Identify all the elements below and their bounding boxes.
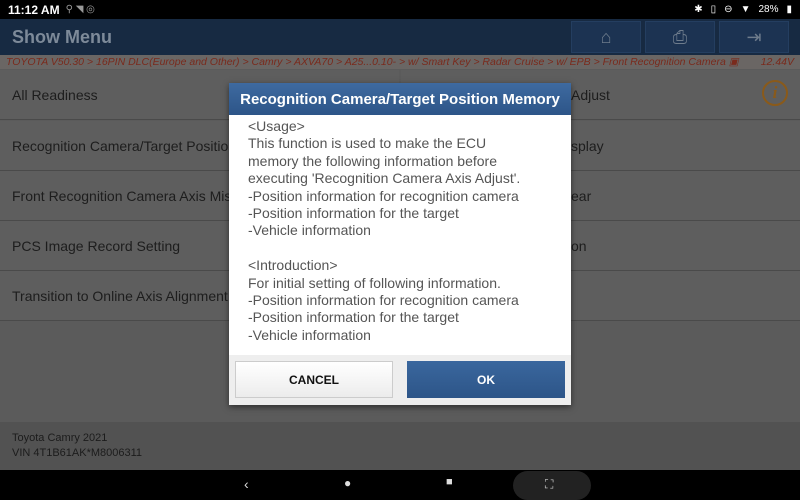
menu-item-label: splay [571, 137, 604, 154]
menu-item-label: PCS Image Record Setting [12, 237, 181, 254]
battery-icon: ▮ [786, 4, 792, 15]
recents-icon[interactable]: ■ [446, 476, 453, 488]
breadcrumb: TOYOTA V50.30 > 16PIN DLC(Europe and Oth… [0, 55, 800, 69]
home-icon: ⌂ [600, 26, 612, 47]
home-nav-icon[interactable]: ● [344, 476, 351, 490]
dialog: Recognition Camera/Target Position Memor… [229, 83, 571, 405]
info-icon[interactable]: i [762, 80, 788, 106]
menu-item-label: ear [571, 187, 592, 204]
exit-icon: ⇥ [746, 26, 762, 47]
vehicle-info: Toyota Camry 2021 VIN 4T1B61AK*M8006311 [0, 422, 800, 470]
vibrate-icon: ▯ [710, 4, 717, 15]
dnd-icon: ⊖ [724, 4, 733, 15]
bluetooth-icon: ✱ [694, 4, 703, 15]
notification-icons: ⚲ ◥ ◎ [65, 4, 95, 15]
battery-level: 28% [758, 4, 779, 15]
wifi-icon: ▼ [740, 4, 751, 15]
vehicle-vin: VIN 4T1B61AK*M8006311 [12, 447, 143, 459]
app-header: Show Menu ⌂ ⎙ ⇥ [0, 19, 800, 55]
ok-button[interactable]: OK [407, 361, 565, 398]
screenshot-icon: ⛶ [545, 477, 554, 491]
back-icon[interactable]: ‹ [244, 476, 249, 492]
clock: 11:12 AM [8, 2, 60, 17]
print-button[interactable]: ⎙ [645, 21, 715, 53]
cancel-button[interactable]: CANCEL [235, 361, 393, 398]
android-nav-bar: ‹ ● ■ [0, 470, 800, 500]
dialog-title: Recognition Camera/Target Position Memor… [229, 83, 571, 115]
vehicle-model: Toyota Camry 2021 [12, 432, 108, 444]
breadcrumb-path: TOYOTA V50.30 > 16PIN DLC(Europe and Oth… [6, 56, 726, 68]
dialog-footer: CANCEL OK [229, 355, 571, 405]
exit-button[interactable]: ⇥ [719, 21, 789, 53]
print-icon: ⎙ [672, 26, 688, 47]
menu-item-label: Adjust [571, 86, 610, 103]
status-bar: 11:12 AM ⚲ ◥ ◎ ✱ ▯ ⊖ ▼ 28% ▮ [0, 0, 800, 19]
calendar-icon: ▣ [728, 56, 739, 68]
battery-voltage: 12.44V [760, 56, 794, 68]
menu-item-label: on [571, 237, 587, 254]
menu-item-label: All Readiness [12, 86, 98, 103]
screenshot-button[interactable]: ⛶ [513, 471, 591, 500]
home-button[interactable]: ⌂ [571, 21, 641, 53]
dialog-body: <Usage> This function is used to make th… [248, 118, 521, 343]
page-title: Show Menu [12, 26, 112, 47]
menu-item-label: Transition to Online Axis Alignment [12, 287, 228, 304]
